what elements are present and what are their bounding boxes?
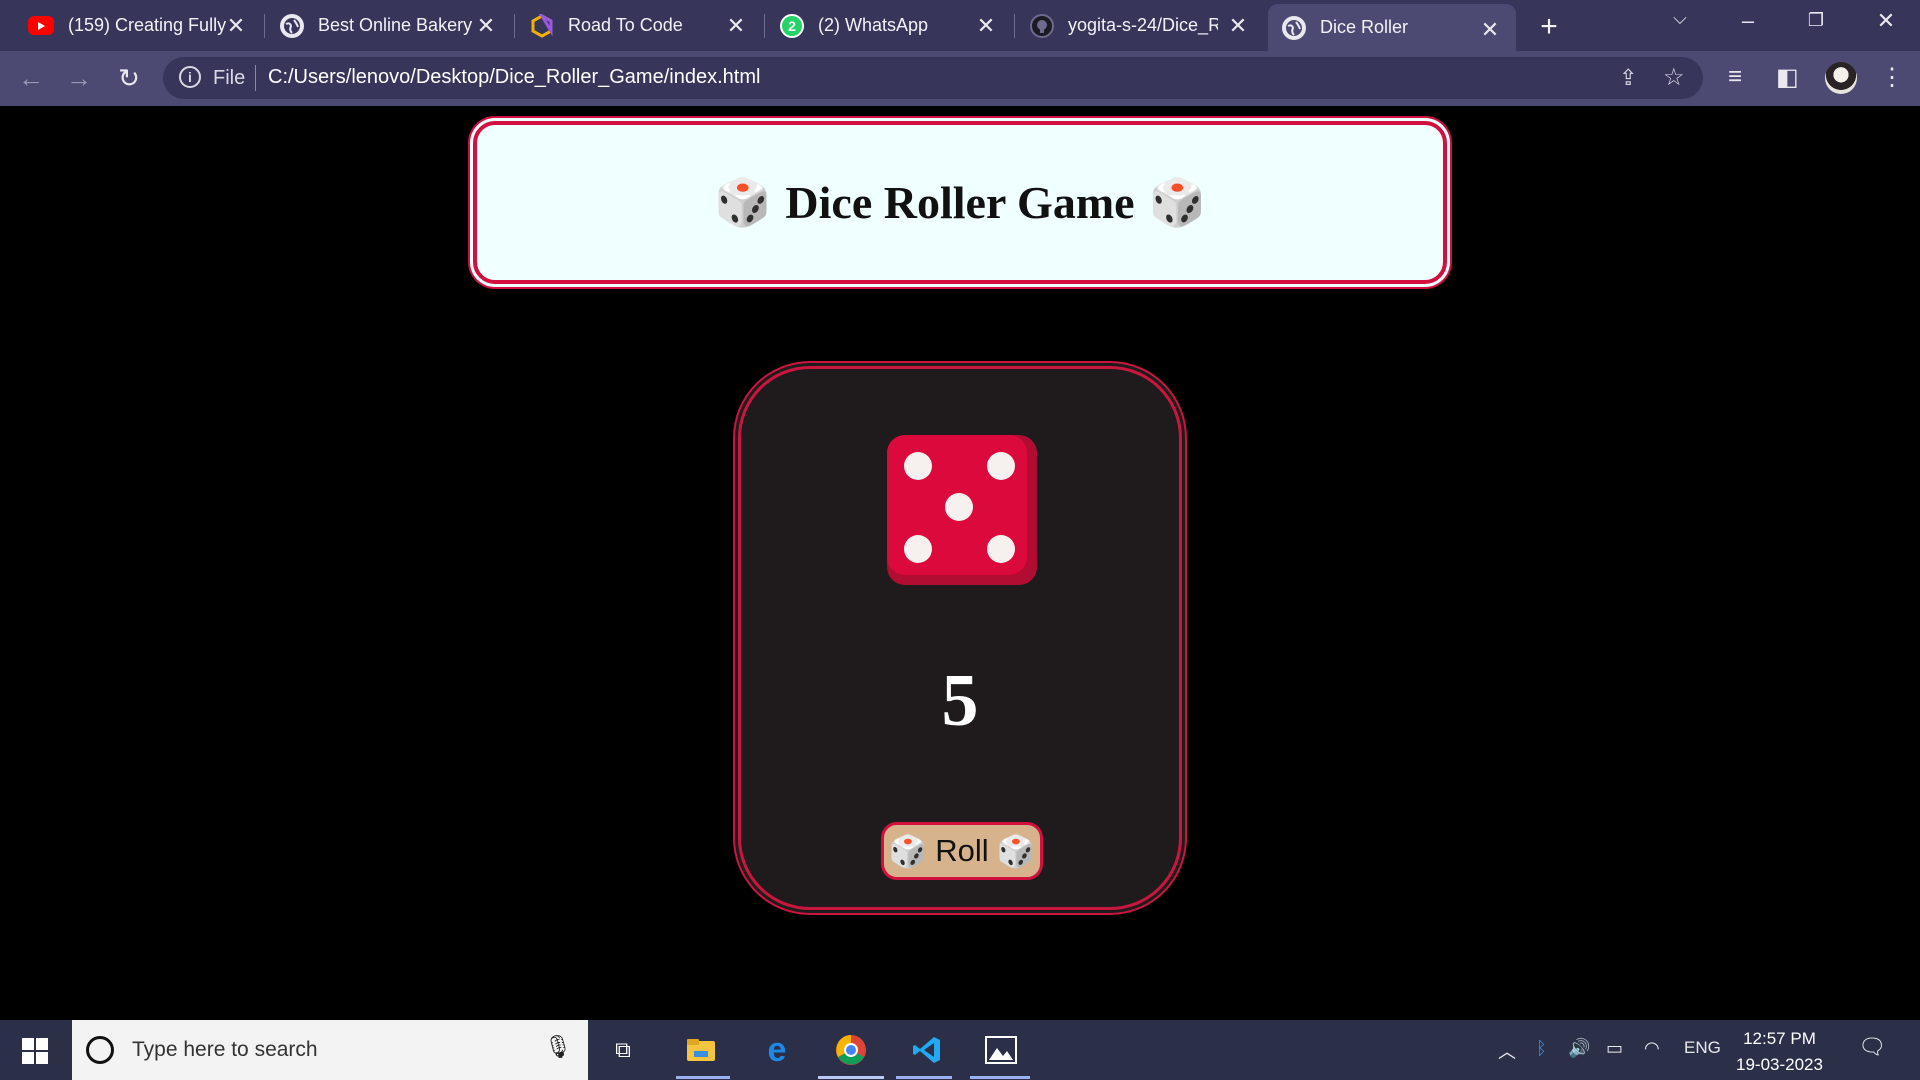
- share-icon[interactable]: ⇪: [1619, 65, 1637, 91]
- forward-arrow-icon[interactable]: →: [62, 63, 96, 94]
- dice-emoji-icon: 🎲: [714, 176, 772, 228]
- address-bar[interactable]: i File C:/Users/lenovo/Desktop/Dice_Roll…: [163, 57, 1703, 99]
- youtube-icon: [28, 16, 54, 35]
- tab-title: (2) WhatsApp: [818, 15, 929, 35]
- profile-avatar[interactable]: [1825, 62, 1857, 94]
- dice-emoji-icon: 🎲: [996, 833, 1036, 869]
- file-explorer-icon[interactable]: [676, 1030, 726, 1070]
- battery-icon[interactable]: ▭: [1606, 1038, 1623, 1059]
- close-tab-icon[interactable]: ✕: [974, 13, 998, 39]
- cortana-icon[interactable]: [86, 1036, 114, 1064]
- tab-youtube[interactable]: (159) Creating Fully ✕: [0, 0, 262, 51]
- dice-game-card: 5 🎲 Roll 🎲: [738, 366, 1182, 910]
- page-title-text: Dice Roller Game: [785, 177, 1135, 228]
- globe-icon: [1282, 15, 1306, 40]
- tray-chevron-icon[interactable]: ︿: [1498, 1038, 1516, 1064]
- taskbar-clock[interactable]: 12:57 PM 19-03-2023: [1736, 1026, 1823, 1078]
- close-tab-icon[interactable]: ✕: [1226, 13, 1250, 39]
- tab-title: Road To Code: [568, 15, 683, 35]
- close-tab-icon[interactable]: ✕: [474, 13, 498, 39]
- close-window-button[interactable]: ✕: [1866, 8, 1906, 34]
- tab-title: yogita-s-24/Dice_Ro: [1068, 15, 1218, 35]
- tab-title: (159) Creating Fully: [68, 15, 227, 35]
- taskbar-running-indicator: [676, 1076, 730, 1079]
- dice-pip: [904, 452, 932, 480]
- site-info-icon[interactable]: i: [179, 66, 201, 88]
- roll-button[interactable]: 🎲 Roll 🎲: [881, 822, 1043, 880]
- restore-button[interactable]: ❐: [1796, 10, 1836, 31]
- side-panel-icon[interactable]: ◧: [1776, 63, 1799, 92]
- close-tab-icon[interactable]: ✕: [724, 13, 748, 39]
- edge-icon[interactable]: e: [752, 1030, 802, 1070]
- bookmark-star-icon[interactable]: ☆: [1663, 63, 1685, 92]
- taskbar-running-indicator: [818, 1076, 884, 1079]
- taskbar-running-indicator: [896, 1076, 952, 1079]
- tab-divider: [1014, 14, 1015, 38]
- taskbar-search[interactable]: Type here to search 🎙: [72, 1020, 588, 1080]
- dice-pip: [987, 535, 1015, 563]
- back-arrow-icon[interactable]: ←: [14, 63, 48, 94]
- tab-github[interactable]: yogita-s-24/Dice_Ro ✕: [1016, 0, 1264, 51]
- dice-emoji-icon: 🎲: [888, 833, 928, 869]
- menu-kebab-icon[interactable]: ⋮: [1880, 63, 1904, 92]
- photos-icon[interactable]: [976, 1030, 1026, 1070]
- tab-road-to-code[interactable]: Road To Code ✕: [516, 0, 762, 51]
- reading-list-icon[interactable]: ≡: [1728, 63, 1742, 91]
- minimize-button[interactable]: –: [1728, 8, 1768, 34]
- dice-emoji-icon: 🎲: [1148, 176, 1206, 228]
- tab-bakery[interactable]: Best Online Bakery ✕: [266, 0, 512, 51]
- dice-pip: [987, 452, 1015, 480]
- tab-divider: [764, 14, 765, 38]
- roll-result: 5: [941, 660, 979, 742]
- browser-tab-strip: (159) Creating Fully ✕ Best Online Baker…: [0, 0, 1920, 51]
- globe-icon: [280, 13, 304, 38]
- browser-toolbar: ← → ↻ i File C:/Users/lenovo/Desktop/Dic…: [0, 51, 1920, 106]
- volume-icon[interactable]: 🔊: [1568, 1038, 1590, 1059]
- clock-time: 12:57 PM: [1743, 1029, 1816, 1048]
- tab-dice-roller[interactable]: Dice Roller ✕: [1268, 4, 1516, 51]
- search-placeholder: Type here to search: [132, 1038, 318, 1061]
- hexagon-logo-icon: [530, 13, 554, 38]
- page-viewport: 🎲 Dice Roller Game 🎲 5 🎲 Roll 🎲: [0, 106, 1920, 1020]
- page-title: 🎲 Dice Roller Game 🎲: [714, 176, 1206, 230]
- whatsapp-icon: 2: [780, 13, 804, 38]
- wifi-icon[interactable]: ◠: [1644, 1038, 1660, 1059]
- task-view-icon[interactable]: ⧉: [598, 1030, 648, 1070]
- tab-search-chevron-icon[interactable]: ⌵: [1660, 8, 1700, 29]
- dice-pip: [945, 493, 973, 521]
- roll-button-label: Roll: [935, 833, 989, 868]
- tab-divider: [264, 14, 265, 38]
- new-tab-button[interactable]: +: [1534, 10, 1564, 44]
- tab-divider: [514, 14, 515, 38]
- reload-icon[interactable]: ↻: [112, 63, 146, 94]
- tab-title: Best Online Bakery: [318, 15, 473, 35]
- taskbar-running-indicator: [970, 1076, 1030, 1079]
- url-text[interactable]: C:/Users/lenovo/Desktop/Dice_Roller_Game…: [268, 66, 760, 89]
- microphone-icon[interactable]: 🎙: [544, 1034, 572, 1060]
- github-icon: [1030, 13, 1054, 38]
- scheme-label: File: [213, 67, 246, 89]
- header-card: 🎲 Dice Roller Game 🎲: [473, 121, 1447, 284]
- chrome-icon[interactable]: [826, 1030, 876, 1070]
- vscode-icon[interactable]: [902, 1030, 952, 1070]
- dice-face: [887, 435, 1027, 575]
- windows-taskbar: Type here to search 🎙 ⧉ e ︿ ᛒ 🔊 ▭ ◠ ENG …: [0, 1020, 1920, 1080]
- tab-whatsapp[interactable]: 2 (2) WhatsApp ✕: [766, 0, 1012, 51]
- windows-start-icon[interactable]: [22, 1038, 48, 1064]
- bluetooth-icon[interactable]: ᛒ: [1536, 1038, 1547, 1059]
- dice-pip: [904, 535, 932, 563]
- close-tab-icon[interactable]: ✕: [1478, 17, 1502, 43]
- address-divider: [255, 65, 256, 91]
- clock-date: 19-03-2023: [1736, 1055, 1823, 1074]
- dice-image: [887, 435, 1037, 585]
- notification-icon[interactable]: 🗨: [1858, 1034, 1886, 1060]
- language-indicator[interactable]: ENG: [1684, 1038, 1721, 1058]
- close-tab-icon[interactable]: ✕: [224, 13, 248, 39]
- tab-title: Dice Roller: [1320, 17, 1409, 37]
